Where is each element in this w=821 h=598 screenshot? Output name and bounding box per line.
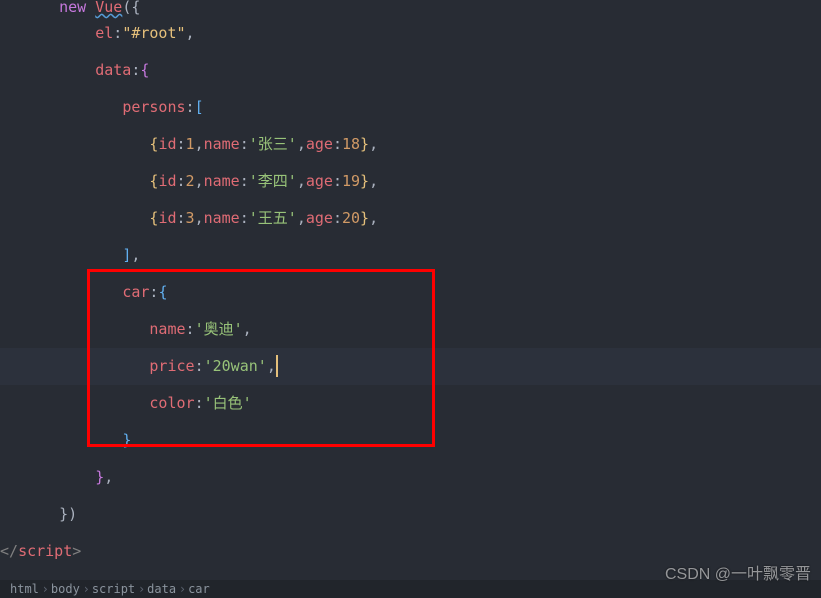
- code-line[interactable]: {id:1,name:'张三',age:18},: [32, 126, 821, 163]
- code-line[interactable]: ],: [32, 237, 821, 274]
- code-line[interactable]: {id:3,name:'王五',age:20},: [32, 200, 821, 237]
- code-line[interactable]: name:'奥迪',: [32, 311, 821, 348]
- code-line[interactable]: new Vue({: [32, 0, 821, 15]
- code-line[interactable]: }): [32, 496, 821, 533]
- code-line[interactable]: car:{: [32, 274, 821, 311]
- code-line[interactable]: },: [32, 459, 821, 496]
- breadcrumb-item[interactable]: html: [4, 582, 45, 596]
- breadcrumb-item[interactable]: car: [182, 582, 216, 596]
- code-line[interactable]: persons:[: [32, 89, 821, 126]
- code-line[interactable]: color:'白色': [32, 385, 821, 422]
- breadcrumb-item[interactable]: body: [45, 582, 86, 596]
- gutter: 💡: [0, 0, 32, 580]
- code-line[interactable]: {id:2,name:'李四',age:19},: [32, 163, 821, 200]
- code-line[interactable]: data:{: [32, 52, 821, 89]
- code-line[interactable]: price:'20wan',: [0, 348, 821, 385]
- code-line[interactable]: }: [32, 422, 821, 459]
- breadcrumb-item[interactable]: data: [141, 582, 182, 596]
- breadcrumb-item[interactable]: script: [86, 582, 141, 596]
- text-cursor: [276, 355, 278, 377]
- code-area[interactable]: new Vue({ el:"#root", data:{ persons:[ {…: [32, 0, 821, 580]
- code-editor[interactable]: 💡 new Vue({ el:"#root", data:{ persons:[…: [0, 0, 821, 580]
- code-line[interactable]: el:"#root",: [32, 15, 821, 52]
- watermark-text: CSDN @一叶飘零晋: [665, 560, 811, 584]
